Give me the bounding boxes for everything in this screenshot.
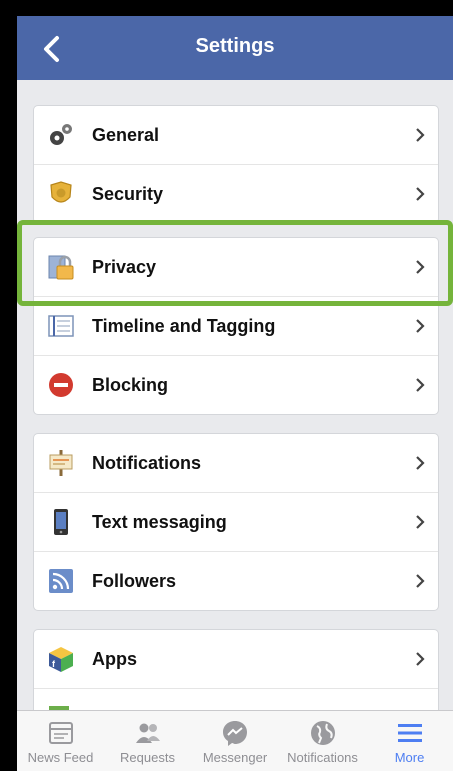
chevron-right-icon — [416, 456, 425, 470]
tab-label: News Feed — [27, 750, 94, 765]
navigation-bar: Settings — [17, 16, 453, 80]
settings-group-privacy: Privacy Timeline and Tagging Blocking — [34, 238, 438, 414]
rss-icon — [49, 569, 73, 593]
news-feed-icon — [48, 722, 73, 744]
settings-item-label: Timeline and Tagging — [92, 316, 276, 336]
settings-item-label: Privacy — [92, 257, 157, 277]
settings-item-label: Apps — [92, 649, 137, 669]
chevron-right-icon — [416, 574, 425, 588]
block-icon — [49, 373, 73, 397]
settings-item-text-messaging[interactable]: Text messaging — [34, 492, 438, 551]
settings-item-label: General — [92, 125, 160, 145]
shield-badge-icon — [50, 181, 72, 203]
tab-news-feed[interactable]: News Feed — [17, 711, 104, 771]
globe-icon — [310, 721, 335, 745]
settings-item-timeline-tagging[interactable]: Timeline and Tagging — [34, 296, 438, 355]
chevron-right-icon — [416, 515, 425, 529]
menu-icon — [397, 724, 422, 742]
phone-icon — [54, 509, 68, 535]
tab-label: Notifications — [287, 750, 358, 765]
tab-notifications[interactable]: Notifications — [279, 711, 366, 771]
chevron-right-icon — [416, 378, 425, 392]
settings-item-label: Text messaging — [92, 512, 227, 532]
chevron-right-icon — [416, 260, 425, 274]
settings-item-apps[interactable]: f Apps — [34, 630, 438, 688]
chevron-right-icon — [416, 187, 425, 201]
settings-item-privacy[interactable]: Privacy — [34, 238, 438, 296]
settings-item-security[interactable]: Security — [34, 164, 438, 223]
apps-cube-icon: f — [49, 647, 73, 672]
friends-icon — [135, 723, 160, 743]
tab-more[interactable]: More — [366, 711, 453, 771]
chevron-right-icon — [416, 128, 425, 142]
settings-group-notifications: Notifications Text messaging Followers — [34, 434, 438, 610]
settings-item-label: Security — [92, 184, 164, 204]
padlock-icon — [48, 255, 74, 280]
gears-icon — [50, 124, 72, 145]
settings-group-apps: f Apps — [34, 630, 438, 720]
settings-group-account: General Security — [34, 106, 438, 223]
notification-board-icon — [49, 450, 73, 476]
tab-requests[interactable]: Requests — [104, 711, 191, 771]
settings-item-blocking[interactable]: Blocking — [34, 355, 438, 414]
settings-item-label: Notifications — [92, 453, 202, 473]
settings-item-label: Followers — [92, 571, 177, 591]
chevron-right-icon — [416, 652, 425, 666]
settings-item-general[interactable]: General — [34, 106, 438, 164]
tab-bar: News Feed Requests Messenger Notificatio… — [17, 710, 453, 771]
timeline-icon — [48, 315, 74, 337]
tab-label: Requests — [120, 750, 175, 765]
settings-screen: Settings General Security Privacy Timeli… — [17, 16, 453, 771]
chevron-right-icon — [416, 319, 425, 333]
tab-label: Messenger — [202, 750, 268, 765]
messenger-icon — [223, 721, 247, 746]
page-title: Settings — [195, 35, 275, 57]
settings-item-notifications[interactable]: Notifications — [34, 434, 438, 492]
settings-item-followers[interactable]: Followers — [34, 551, 438, 610]
tab-label: More — [394, 750, 425, 765]
settings-item-label: Blocking — [92, 375, 169, 395]
tab-messenger[interactable]: Messenger — [191, 711, 279, 771]
